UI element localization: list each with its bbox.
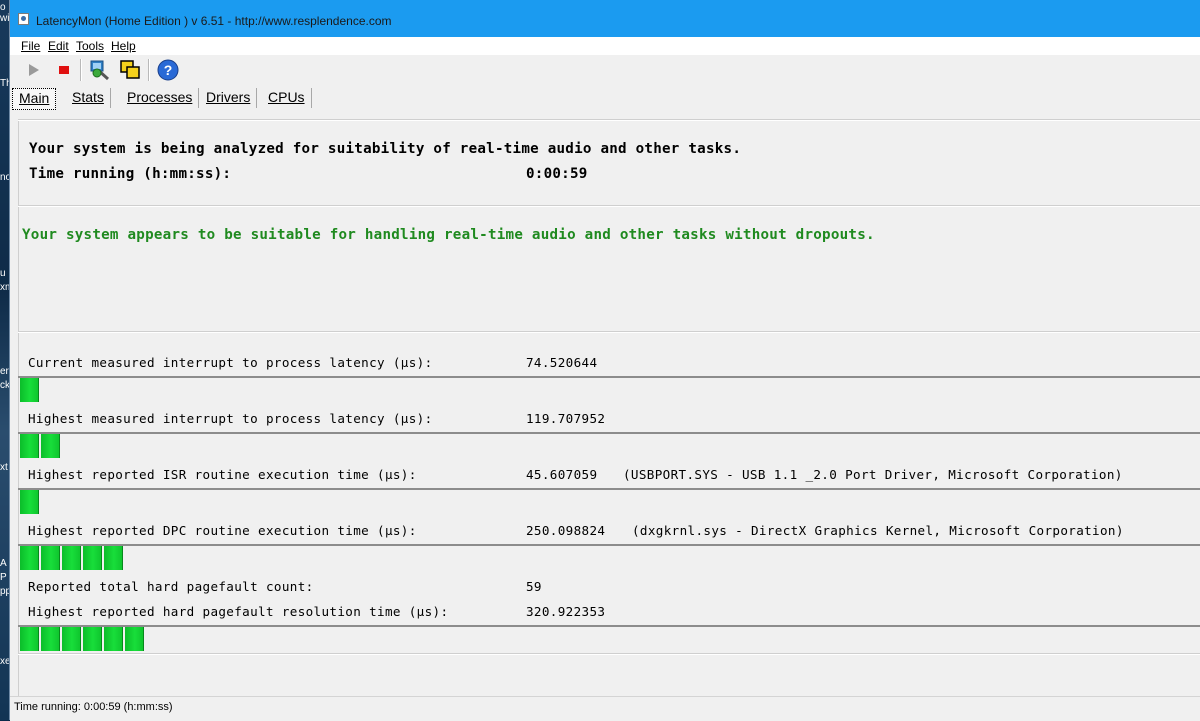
toolbar-separator <box>80 59 82 81</box>
help-button[interactable]: ? <box>156 58 180 82</box>
metric-label: Highest reported ISR routine execution t… <box>28 467 417 482</box>
analyze-icon <box>90 60 110 81</box>
metric-rule <box>18 488 1200 490</box>
bar-segment <box>83 627 102 651</box>
bar-segment <box>41 546 60 570</box>
status-text: Time running: 0:00:59 (h:mm:ss) <box>14 701 173 713</box>
menu-file[interactable]: File <box>21 39 40 53</box>
main-panel: Your system is being analyzed for suitab… <box>18 119 1200 696</box>
panel-top-edge <box>18 119 1200 121</box>
metric-value: 250.098824 <box>526 523 606 538</box>
metric-value: 45.607059 <box>526 467 598 482</box>
bar-segment <box>41 627 60 651</box>
tab-main-label: Main <box>19 90 50 106</box>
desktop-fragment: A <box>0 558 7 569</box>
bar-segment <box>20 434 39 458</box>
desktop-fragment: u <box>0 268 6 279</box>
toolbar: ? <box>10 55 1200 84</box>
bar-segment <box>104 546 123 570</box>
menu-bar: File Edit Tools Help <box>10 37 1200 55</box>
menu-edit-label: Edit <box>48 39 69 53</box>
toolbar-separator <box>148 59 150 81</box>
bar-segment <box>41 434 60 458</box>
bar-segment <box>20 627 39 651</box>
svg-text:?: ? <box>164 62 173 78</box>
tab-bar: Main Stats Processes Drivers CPUs <box>10 84 1200 110</box>
metric-rule <box>18 376 1200 378</box>
time-running-value: 0:00:59 <box>526 166 588 182</box>
help-icon: ? <box>157 59 179 81</box>
metric-detail: (dxgkrnl.sys - DirectX Graphics Kernel, … <box>632 523 1124 538</box>
window-title: LatencyMon (Home Edition ) v 6.51 - http… <box>36 14 392 28</box>
menu-help-label: Help <box>111 39 136 53</box>
bar-segment <box>125 627 144 651</box>
tab-drivers-label: Drivers <box>206 89 251 105</box>
latency-bar <box>20 378 39 402</box>
metric-detail: (USBPORT.SYS - USB 1.1 _2.0 Port Driver,… <box>623 467 1123 482</box>
pagefault-bar <box>20 627 144 651</box>
latency-bar <box>20 490 39 514</box>
tab-drivers[interactable]: Drivers <box>200 88 258 108</box>
menu-tools[interactable]: Tools <box>76 39 104 53</box>
tab-cpus[interactable]: CPUs <box>262 88 312 108</box>
latency-bar <box>20 546 123 570</box>
desktop-fragment: P <box>0 572 7 583</box>
stop-button[interactable] <box>52 58 76 82</box>
metric-value: 74.520644 <box>526 355 598 370</box>
tab-stats[interactable]: Stats <box>66 88 111 108</box>
metric-rule <box>18 432 1200 434</box>
tab-cpus-label: CPUs <box>268 89 305 105</box>
metric-rule <box>18 625 1200 627</box>
pagefault-time-value: 320.922353 <box>526 604 606 619</box>
tab-main[interactable]: Main <box>12 88 57 110</box>
pagefault-time-label: Highest reported hard pagefault resoluti… <box>28 604 449 619</box>
section-divider <box>18 205 1200 207</box>
bar-segment <box>20 378 39 402</box>
bar-segment <box>83 546 102 570</box>
title-bar[interactable]: LatencyMon (Home Edition ) v 6.51 - http… <box>10 0 1200 37</box>
desktop-fragment: xt <box>0 462 8 473</box>
bar-segment <box>62 627 81 651</box>
menu-edit[interactable]: Edit <box>48 39 69 53</box>
latency-bar <box>20 434 60 458</box>
windows-icon <box>120 60 140 79</box>
tab-stats-label: Stats <box>72 89 104 105</box>
windows-button[interactable] <box>118 58 142 82</box>
verdict-message: Your system appears to be suitable for h… <box>22 227 875 243</box>
pagefault-count-value: 59 <box>526 579 542 594</box>
bar-segment <box>104 627 123 651</box>
section-divider <box>18 653 1200 655</box>
analyze-button[interactable] <box>88 58 112 82</box>
bar-segment <box>62 546 81 570</box>
start-button[interactable] <box>22 58 46 82</box>
pagefault-count-label: Reported total hard pagefault count: <box>28 579 314 594</box>
analysis-status-text: Your system is being analyzed for suitab… <box>29 141 742 157</box>
menu-file-label: File <box>21 39 41 53</box>
bar-segment <box>20 490 39 514</box>
menu-tools-label: Tools <box>76 39 105 53</box>
latencymon-window: LatencyMon (Home Edition ) v 6.51 - http… <box>9 0 1200 721</box>
status-bar: Time running: 0:00:59 (h:mm:ss) <box>10 696 1200 721</box>
bar-segment <box>20 546 39 570</box>
app-icon[interactable] <box>18 13 29 25</box>
tab-processes[interactable]: Processes <box>121 88 200 108</box>
time-running-label: Time running (h:mm:ss): <box>29 166 232 182</box>
metric-label: Highest measured interrupt to process la… <box>28 411 433 426</box>
metric-rule <box>18 544 1200 546</box>
menu-help[interactable]: Help <box>111 39 136 53</box>
tab-processes-label: Processes <box>127 89 193 105</box>
play-icon <box>29 64 39 76</box>
stop-icon <box>59 66 69 74</box>
metric-value: 119.707952 <box>526 411 606 426</box>
metric-label: Current measured interrupt to process la… <box>28 355 433 370</box>
metric-label: Highest reported DPC routine execution t… <box>28 523 417 538</box>
section-divider <box>18 331 1200 333</box>
